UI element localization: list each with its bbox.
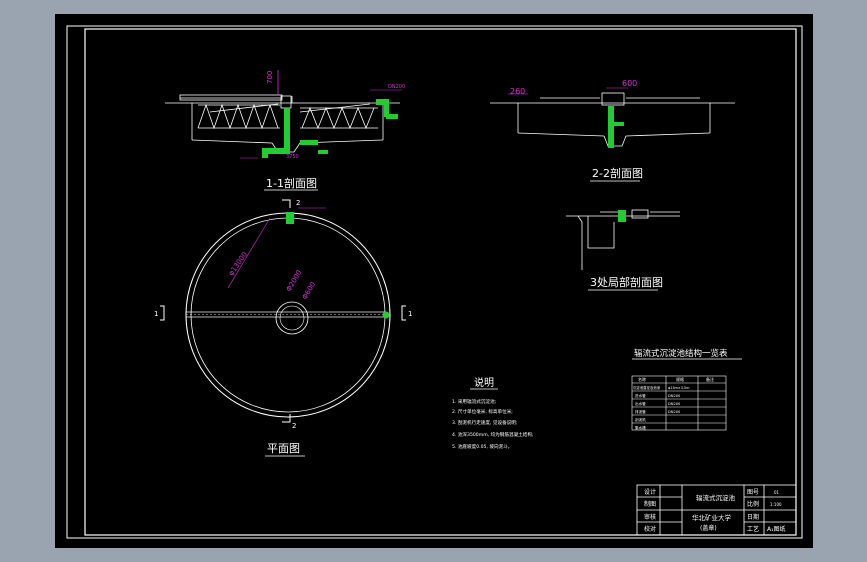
param-header: 规格 [676,376,684,382]
param-cell: 排泥管 [635,409,646,414]
drawing-viewport[interactable] [55,14,813,548]
marker-1-left: 1 [154,310,158,318]
notes-title: 说明 [474,376,494,389]
param-cell: 沉淀池直径及池深 [633,385,661,390]
param-cell: 进水管 [635,393,646,398]
param-cell: DN200 [668,410,681,414]
marker-2-top: 2 [296,199,300,207]
param-cell: 出水管 [635,401,646,406]
param-header: 备注 [706,376,714,382]
tb-label: 制图 [644,500,656,508]
note-item: 2. 尺寸单位毫米, 标高单位米; [452,408,513,415]
param-cell: DN200 [668,402,681,406]
param-cell: 集水槽 [635,425,646,430]
marker-1-right: 1 [408,310,412,318]
tb-label: 审核 [644,513,656,521]
cad-drawing-canvas: 700 3750 DN200 1-1剖面图 260 600 2-2剖面图 3处局… [55,14,813,548]
tb-drawing-name: 辐流式沉淀池 [696,493,736,502]
dim-260: 260 [510,87,525,96]
tb-right-value: 01 [774,490,780,495]
tb-right-label: 工艺 [747,525,759,533]
param-table-title: 辐流式沉淀池结构一览表 [634,348,728,359]
tb-label: 校对 [644,525,656,533]
plan-title: 平面图 [267,442,300,455]
marker-2-bottom: 2 [292,422,296,430]
note-item: 3. 刮泥机行走速度, 见设备说明; [452,419,518,426]
tb-right-value: 1:100 [770,502,782,507]
section-2-2-title: 2-2剖面图 [592,166,643,180]
tb-label: 设计 [644,488,656,496]
note-item: 5. 池底坡度0.05, 坡向泥斗。 [452,443,512,450]
note-item: 4. 池深3500mm, 均为钢筋混凝土结构; [452,431,534,438]
tb-right-label: 比例 [747,500,759,508]
param-cell: 刮泥机 [635,417,646,422]
param-header: 名称 [638,376,646,382]
tb-right-value: A₁图纸 [767,525,786,533]
param-cell: φ13m×3.5m [668,386,690,390]
dim-dn200: DN200 [388,84,405,90]
tb-school-sub: (盖章) [700,524,717,532]
detail-3-title: 3处局部剖面图 [590,275,663,289]
dim-600: 600 [622,79,637,88]
section-1-1-title: 1-1剖面图 [266,176,317,190]
tb-school: 华北矿业大学 [692,513,732,522]
tb-right-label: 图号 [747,489,759,496]
tb-right-label: 日期 [747,513,759,521]
dim-3750: 3750 [286,154,299,160]
detail-3-pipes [618,210,626,222]
dim-700: 700 [266,71,274,84]
note-item: 1. 采用辐流式沉淀池; [452,398,497,405]
param-cell: DN200 [668,394,681,398]
